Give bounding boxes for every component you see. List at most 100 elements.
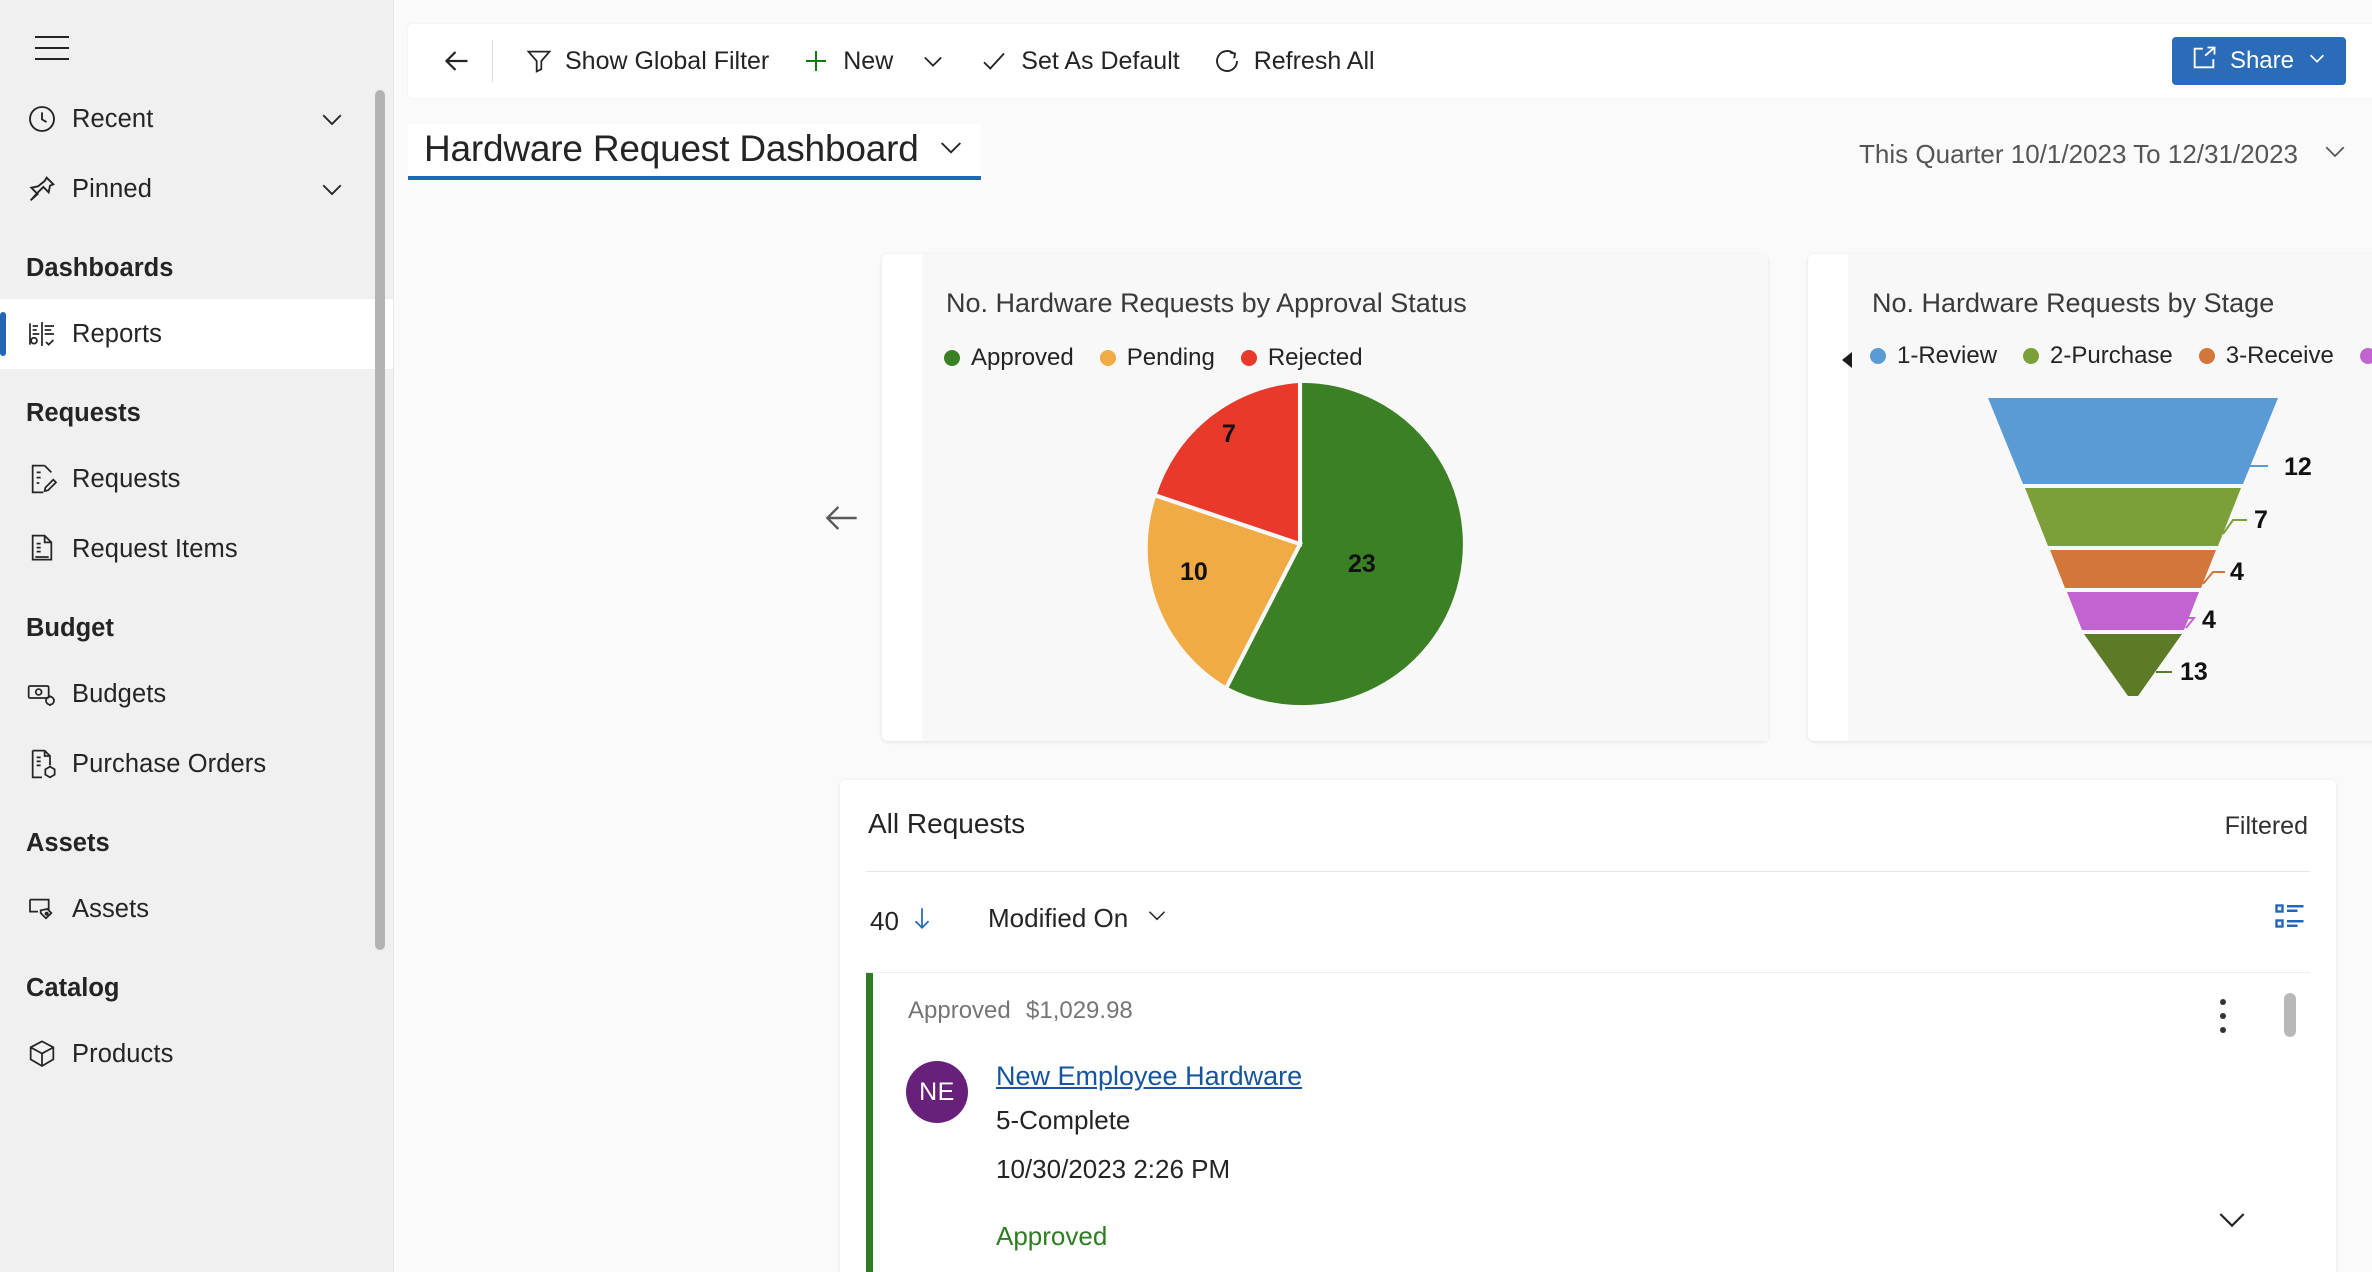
refresh-icon bbox=[1212, 46, 1242, 76]
record-count: 40 bbox=[870, 902, 935, 941]
legend-label: Pending bbox=[1126, 344, 1215, 371]
menu-icon[interactable] bbox=[16, 12, 88, 84]
back-arrow-icon[interactable] bbox=[428, 32, 486, 90]
sidebar-item-reports[interactable]: Reports bbox=[0, 299, 393, 369]
show-global-filter-button[interactable]: Show Global Filter bbox=[509, 32, 785, 90]
row-approval-status: Approved bbox=[996, 1221, 1108, 1251]
pie-value-rejected: 7 bbox=[1222, 420, 1236, 448]
sidebar-item-assets[interactable]: Assets bbox=[0, 874, 393, 944]
sidebar-item-recent[interactable]: Recent bbox=[0, 84, 393, 154]
legend-prev-button[interactable] bbox=[1836, 348, 1860, 377]
sidebar-item-products[interactable]: Products bbox=[0, 1019, 393, 1089]
filtered-badge: Filtered bbox=[2224, 812, 2308, 840]
sidebar-item-requests[interactable]: Requests bbox=[0, 444, 393, 514]
funnel-value-4-deliver: 4 bbox=[2202, 606, 2216, 634]
legend-swatch bbox=[1870, 348, 1886, 364]
row-amount: $1,029.98 bbox=[1026, 997, 1133, 1024]
chevron-down-icon[interactable] bbox=[919, 47, 947, 75]
funnel-segment-1-review bbox=[1988, 398, 2278, 484]
set-as-default-button[interactable]: Set As Default bbox=[963, 32, 1195, 90]
status-bar bbox=[866, 973, 873, 1272]
more-vertical-icon[interactable] bbox=[2212, 991, 2234, 1041]
refresh-all-button[interactable]: Refresh All bbox=[1196, 32, 1391, 90]
legend-item[interactable]: 4-Deliver bbox=[2359, 342, 2372, 370]
legend-item[interactable]: 2-Purchase bbox=[2023, 342, 2173, 370]
all-requests-panel: All Requests Filtered 40 Modified On App… bbox=[840, 780, 2336, 1272]
sort-selector[interactable]: Modified On bbox=[988, 902, 1170, 935]
list-view-icon[interactable] bbox=[2272, 898, 2308, 939]
funnel-segment-3-receive bbox=[2050, 550, 2216, 588]
legend-swatch bbox=[2359, 348, 2372, 364]
down-arrow-icon[interactable] bbox=[909, 902, 935, 941]
filter-icon bbox=[525, 47, 553, 75]
sidebar-item-request-items[interactable]: Request Items bbox=[0, 514, 393, 584]
legend-label: Approved bbox=[971, 344, 1074, 371]
sidebar-group-catalog: Catalog bbox=[26, 974, 120, 1002]
chevron-down-icon[interactable] bbox=[2212, 1199, 2252, 1244]
legend-item[interactable]: 1-Review bbox=[1870, 342, 1997, 370]
command-bar: Show Global Filter New Set As Default Re… bbox=[408, 24, 2372, 98]
chart-legend-viewport: 1-Review 2-Purchase 3-Receive 4-Deliver bbox=[1870, 342, 2372, 382]
pin-icon bbox=[26, 173, 72, 205]
legend-item[interactable]: Approved bbox=[944, 344, 1074, 372]
funnel-segment-4-deliver bbox=[2067, 592, 2199, 630]
row-scrollbar[interactable] bbox=[2284, 993, 2296, 1037]
chevron-down-icon[interactable] bbox=[1144, 902, 1170, 935]
sidebar-item-purchase-orders[interactable]: Purchase Orders bbox=[0, 729, 393, 799]
sidebar-item-budgets[interactable]: Budgets bbox=[0, 659, 393, 729]
share-button[interactable]: Share bbox=[2171, 37, 2346, 85]
legend-label: 2-Purchase bbox=[2050, 342, 2173, 369]
row-name-link[interactable]: New Employee Hardware bbox=[996, 1061, 1302, 1092]
command-label: New bbox=[843, 46, 894, 75]
chevron-down-icon[interactable] bbox=[2306, 47, 2328, 76]
command-bar-divider bbox=[492, 40, 493, 82]
panel-title: All Requests bbox=[868, 808, 1026, 839]
sidebar-item-label: Request Items bbox=[72, 534, 238, 563]
new-button[interactable]: New bbox=[785, 32, 963, 90]
reports-icon bbox=[26, 318, 72, 350]
clock-icon bbox=[26, 103, 72, 135]
legend-label: 1-Review bbox=[1897, 342, 1998, 369]
sidebar-group-assets: Assets bbox=[26, 829, 110, 857]
legend-item[interactable]: Pending bbox=[1099, 344, 1215, 372]
legend-swatch bbox=[2023, 348, 2040, 364]
box-icon bbox=[26, 1038, 72, 1070]
plus-icon bbox=[801, 46, 831, 76]
sidebar-item-label: Products bbox=[72, 1039, 174, 1068]
sidebar: Recent Pinned Dashboards Reports Request… bbox=[0, 0, 394, 1272]
panel-toolbar: 40 Modified On bbox=[866, 872, 2310, 972]
share-label: Share bbox=[2229, 47, 2294, 74]
legend-item[interactable]: 3-Receive bbox=[2198, 342, 2334, 370]
app-root: Recent Pinned Dashboards Reports Request… bbox=[0, 0, 2372, 1272]
checkmark-icon bbox=[979, 46, 1009, 76]
chevron-down-icon[interactable] bbox=[2320, 136, 2350, 173]
sidebar-item-label: Reports bbox=[72, 319, 162, 348]
funnel-chart[interactable]: 12 7 4 4 13 bbox=[1948, 394, 2372, 704]
chart-title: No. Hardware Requests by Approval Status bbox=[946, 288, 1467, 318]
chevron-down-icon[interactable] bbox=[317, 174, 347, 204]
dashboard-selector[interactable]: Hardware Request Dashboard bbox=[408, 124, 981, 180]
legend-item[interactable]: Rejected bbox=[1240, 344, 1363, 372]
funnel-svg bbox=[1988, 398, 2278, 696]
chart-card-stage[interactable]: No. Hardware Requests by Stage 1-Review … bbox=[1808, 254, 2372, 741]
row-status: Approved bbox=[908, 997, 1011, 1024]
chevron-down-icon[interactable] bbox=[935, 131, 967, 168]
legend-swatch bbox=[1099, 350, 1116, 366]
funnel-segment-2-purchase bbox=[2025, 488, 2241, 546]
sidebar-item-label: Pinned bbox=[72, 174, 153, 203]
sidebar-item-pinned[interactable]: Pinned bbox=[0, 154, 393, 224]
chevron-down-icon[interactable] bbox=[317, 104, 347, 134]
left-arrow-icon[interactable] bbox=[814, 490, 870, 546]
date-range-selector[interactable]: This Quarter 10/1/2023 To 12/31/2023 bbox=[1859, 136, 2350, 173]
legend-swatch bbox=[2198, 348, 2215, 364]
sort-field-label: Modified On bbox=[988, 903, 1129, 933]
page-title: Hardware Request Dashboard bbox=[424, 128, 919, 169]
panel-header: All Requests Filtered bbox=[866, 780, 2310, 872]
funnel-value-1-review: 12 bbox=[2284, 453, 2312, 481]
pie-chart[interactable]: 23 10 7 bbox=[1130, 374, 1470, 714]
chart-card-approval-status[interactable]: No. Hardware Requests by Approval Status… bbox=[882, 254, 1768, 741]
table-row[interactable]: Approved $1,029.98 NE New Employee Hardw… bbox=[866, 972, 2310, 1272]
command-label: Set As Default bbox=[1021, 46, 1180, 75]
record-count-value: 40 bbox=[870, 906, 899, 936]
sidebar-scrollbar[interactable] bbox=[375, 90, 385, 950]
